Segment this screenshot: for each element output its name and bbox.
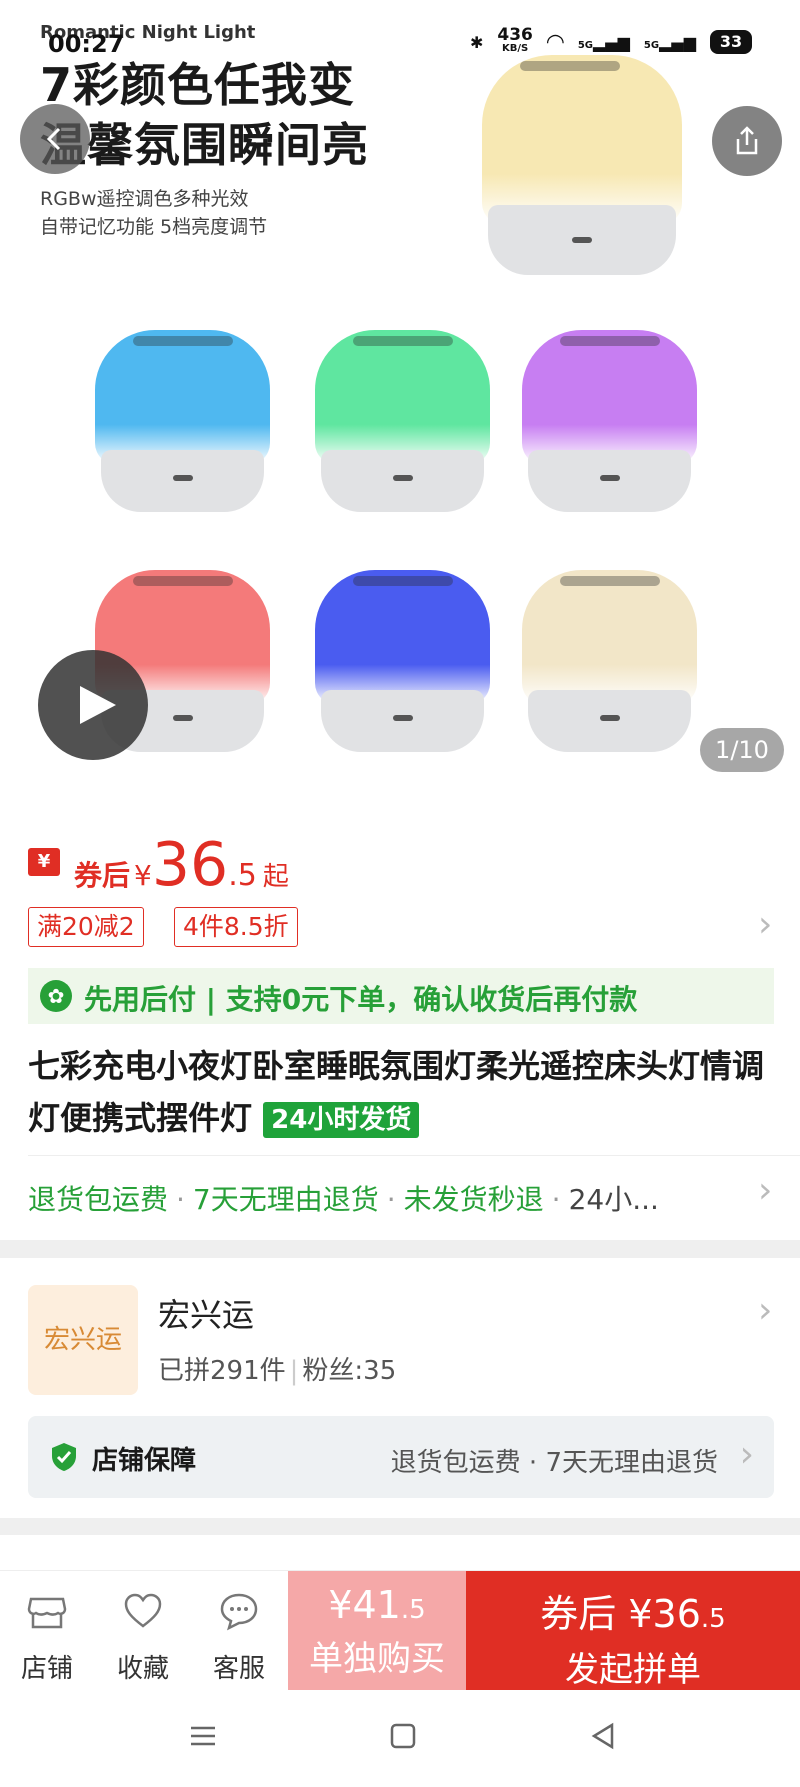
service-item: 24小...: [568, 1183, 659, 1216]
buy-alone-price: ¥41.5: [328, 1583, 426, 1627]
customer-service-label: 客服: [212, 1654, 265, 1684]
status-time: 00:27: [48, 30, 125, 58]
lamp-blue: [95, 330, 270, 515]
shipping-badge: 24小时发货: [263, 1102, 420, 1138]
chevron-right-icon[interactable]: ›: [758, 904, 772, 945]
bottom-action-bar: 店铺 收藏 客服 ¥41.5 单独购买 券后 ¥36.5 发起拼单: [0, 1570, 800, 1691]
chat-icon: [194, 1591, 284, 1640]
store-logo[interactable]: 宏兴运: [28, 1285, 138, 1395]
system-navigation-bar: [0, 1690, 800, 1787]
store-sold-count: 已拼291件: [158, 1356, 286, 1386]
status-icons: ✱ 436 KB/S ◠ 5G▂▄▆ 5G▂▄▆ 33: [469, 25, 752, 56]
guarantee-label: 店铺保障: [92, 1446, 197, 1476]
back-button[interactable]: [20, 104, 90, 174]
wifi-icon: ◠: [546, 29, 564, 55]
lamp-cream: [522, 570, 697, 755]
chevron-right-icon: ›: [739, 1434, 754, 1475]
price-suffix: 起: [262, 862, 289, 892]
shield-check-icon: [50, 1442, 78, 1479]
divider: [28, 1155, 800, 1156]
signal-icon-2: 5G▂▄▆: [643, 32, 696, 52]
image-subtext: RGBw遥控调色多种光效 自带记忆功能 5档亮度调节: [40, 185, 267, 241]
group-buy-price: 券后 ¥36.5: [540, 1592, 726, 1636]
share-icon: [736, 126, 758, 155]
store-guarantee-bar[interactable]: 店铺保障 退货包运费 · 7天无理由退货 ›: [28, 1416, 774, 1498]
store-stats: 已拼291件 | 粉丝:35: [158, 1356, 397, 1386]
play-icon: [80, 686, 116, 724]
buy-alone-button[interactable]: ¥41.5 单独购买: [288, 1571, 466, 1691]
product-details-section-peek: [0, 1535, 800, 1575]
lamp-purple: [522, 330, 697, 515]
back-nav-icon[interactable]: [588, 1720, 618, 1760]
subtext-line-2: 自带记忆功能 5档亮度调节: [40, 216, 268, 238]
guarantee-items: 退货包运费 · 7天无理由退货: [390, 1448, 718, 1478]
service-guarantees[interactable]: 退货包运费 · 7天无理由退货 · 未发货秒退 · 24小...: [28, 1178, 659, 1218]
image-counter: 1/10: [700, 728, 784, 772]
status-bar: 00:27 ✱ 436 KB/S ◠ 5G▂▄▆ 5G▂▄▆ 33: [0, 0, 800, 92]
product-image-carousel[interactable]: Romantic Night Light 7彩颜色任我变 温馨氛围瞬间亮 RGB…: [0, 0, 800, 790]
bluetooth-icon: ✱: [469, 32, 484, 52]
signal-icon: 5G▂▄▆: [577, 32, 630, 52]
store-tab-button[interactable]: 店铺: [2, 1591, 92, 1685]
lamp-indigo: [315, 570, 490, 755]
favorite-label: 收藏: [116, 1654, 169, 1684]
chevron-left-icon: [46, 127, 61, 151]
share-button[interactable]: [712, 106, 782, 176]
service-item: 未发货秒退: [403, 1183, 544, 1216]
chevron-right-icon[interactable]: ›: [758, 1290, 772, 1331]
menu-icon[interactable]: [188, 1720, 218, 1760]
chevron-right-icon[interactable]: ›: [758, 1170, 772, 1211]
price-currency: ¥: [134, 859, 152, 892]
subtext-line-1: RGBw遥控调色多种光效: [40, 188, 249, 210]
price-label: 券后: [74, 859, 131, 892]
pay-later-banner[interactable]: ✿ 先用后付 | 支持0元下单，确认收货后再付款: [28, 968, 774, 1024]
store-icon: [2, 1591, 92, 1640]
heart-icon: [98, 1591, 188, 1640]
service-item: 退货包运费: [28, 1183, 169, 1216]
coupon-icon: ¥: [28, 848, 60, 876]
store-name[interactable]: 宏兴运: [158, 1290, 254, 1336]
price-integer: 36: [151, 830, 229, 900]
promo-tag[interactable]: 满20减2: [28, 907, 144, 947]
store-tab-label: 店铺: [20, 1654, 73, 1684]
buy-alone-label: 单独购买: [309, 1639, 445, 1679]
start-group-buy-button[interactable]: 券后 ¥36.5 发起拼单: [466, 1571, 800, 1691]
price-display: 券后 ¥ 36 .5 起: [74, 830, 289, 900]
pay-later-icon: ✿: [40, 980, 72, 1012]
lamp-green: [315, 330, 490, 515]
home-icon[interactable]: [388, 1720, 418, 1760]
price-decimal: .5: [228, 858, 257, 893]
service-item: 7天无理由退货: [192, 1183, 379, 1216]
network-speed: 436 KB/S: [497, 25, 533, 55]
battery-icon: 33: [710, 30, 752, 54]
play-video-button[interactable]: [38, 650, 148, 760]
pay-later-text: 先用后付 | 支持0元下单，确认收货后再付款: [84, 983, 638, 1016]
group-buy-label: 发起拼单: [565, 1650, 701, 1690]
store-fans-count: 粉丝:35: [302, 1356, 397, 1386]
product-title: 七彩充电小夜灯卧室睡眠氛围灯柔光遥控床头灯情调灯便携式摆件灯 24小时发货: [28, 1040, 778, 1144]
customer-service-button[interactable]: 客服: [194, 1591, 284, 1685]
promo-tag[interactable]: 4件8.5折: [174, 907, 298, 947]
favorite-button[interactable]: 收藏: [98, 1591, 188, 1685]
